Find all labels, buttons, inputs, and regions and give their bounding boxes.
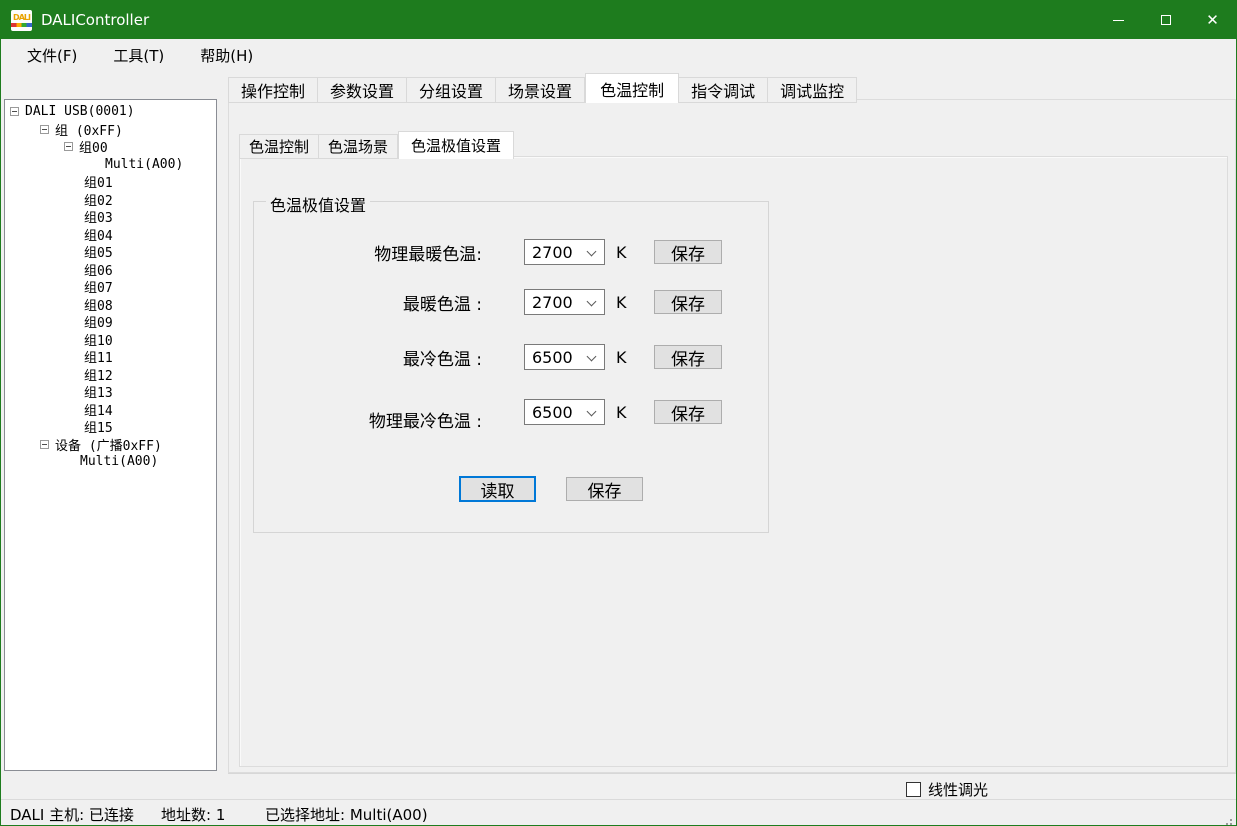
- tab-command-debug[interactable]: 指令调试: [679, 77, 768, 103]
- tree-node-multi-a00[interactable]: Multi(A00): [5, 156, 216, 174]
- subtab-color-temp-extremes[interactable]: 色温极值设置: [398, 131, 514, 159]
- tab-debug-monitor[interactable]: 调试监控: [768, 77, 857, 103]
- chevron-down-icon: [587, 247, 597, 257]
- tree-node-group08[interactable]: 组08: [5, 296, 216, 314]
- tree-node-group01[interactable]: 组01: [5, 173, 216, 191]
- maximize-icon: [1161, 15, 1171, 25]
- subtab-color-temp-scene[interactable]: 色温场景: [319, 134, 398, 159]
- warmest-label: 最暖色温 :: [254, 290, 482, 315]
- status-host-connection: DALI 主机: 已连接: [10, 804, 134, 825]
- physical-coolest-label: 物理最冷色温 :: [254, 407, 482, 432]
- tree-node-group15[interactable]: 组15: [5, 418, 216, 436]
- unit-label: K: [616, 348, 627, 367]
- tree-node-group02[interactable]: 组02: [5, 191, 216, 209]
- tree-node-group14[interactable]: 组14: [5, 401, 216, 419]
- groupbox-title: 色温极值设置: [266, 192, 370, 216]
- tree-node-multi-a00-device[interactable]: Multi(A00): [5, 453, 216, 471]
- row-coolest: 最冷色温 : 6500 K 保存: [254, 344, 768, 370]
- coolest-label: 最冷色温 :: [254, 345, 482, 370]
- tree-node-group07[interactable]: 组07: [5, 278, 216, 296]
- footer-strip: 线性调光: [228, 773, 1236, 801]
- resize-grip-icon[interactable]: [1230, 819, 1232, 821]
- save-all-button[interactable]: 保存: [566, 477, 643, 501]
- save-physical-coolest-button[interactable]: 保存: [654, 400, 722, 424]
- maximize-button[interactable]: [1142, 1, 1189, 39]
- app-window: DALI DALIController ✕ 文件(F) 工具(T) 帮助(H) …: [0, 0, 1237, 826]
- linear-dimming-checkbox[interactable]: [906, 782, 921, 797]
- unit-label: K: [616, 293, 627, 312]
- menu-help[interactable]: 帮助(H): [189, 40, 264, 71]
- close-icon: ✕: [1206, 13, 1219, 28]
- close-button[interactable]: ✕: [1189, 1, 1236, 39]
- menu-bar: 文件(F) 工具(T) 帮助(H): [2, 39, 1235, 72]
- linear-dimming-option[interactable]: 线性调光: [906, 779, 988, 800]
- window-title: DALIController: [41, 11, 149, 29]
- tab-operation-control[interactable]: 操作控制: [228, 77, 318, 103]
- tree-node-group04[interactable]: 组04: [5, 226, 216, 244]
- status-bar: DALI 主机: 已连接 地址数: 1 已选择地址: Multi(A00): [1, 799, 1236, 825]
- tree-node-group11[interactable]: 组11: [5, 348, 216, 366]
- app-icon: DALI: [11, 10, 32, 31]
- status-address-count: 地址数: 1: [161, 804, 225, 825]
- read-button[interactable]: 读取: [459, 476, 536, 502]
- status-selected-address: 已选择地址: Multi(A00): [265, 804, 428, 825]
- tree-node-group-all[interactable]: 组 (0xFF): [5, 121, 216, 139]
- collapse-icon[interactable]: [40, 125, 49, 134]
- save-coolest-button[interactable]: 保存: [654, 345, 722, 369]
- linear-dimming-label: 线性调光: [928, 779, 988, 800]
- color-temp-control-page: 色温控制 色温场景 色温极值设置 色温极值设置 物理最暖色温: 2700 K 保…: [228, 99, 1236, 773]
- minimize-icon: [1113, 20, 1124, 21]
- tree-node-group05[interactable]: 组05: [5, 243, 216, 261]
- main-tab-strip: 操作控制 参数设置 分组设置 场景设置 色温控制 指令调试 调试监控: [228, 73, 857, 103]
- minimize-button[interactable]: [1095, 1, 1142, 39]
- row-physical-warmest: 物理最暖色温: 2700 K 保存: [254, 239, 768, 265]
- tree-node-group10[interactable]: 组10: [5, 331, 216, 349]
- device-tree: DALI USB(0001) 组 (0xFF) 组00 Multi(A00) 组…: [4, 99, 217, 771]
- tree-node-group00[interactable]: 组00: [5, 138, 216, 156]
- tree-node-group13[interactable]: 组13: [5, 383, 216, 401]
- unit-label: K: [616, 403, 627, 422]
- tree-node-group06[interactable]: 组06: [5, 261, 216, 279]
- subtab-color-temp-control[interactable]: 色温控制: [239, 134, 319, 159]
- physical-warmest-label: 物理最暖色温:: [254, 240, 482, 265]
- tree-node-device-broadcast[interactable]: 设备 (广播0xFF): [5, 436, 216, 454]
- unit-label: K: [616, 243, 627, 262]
- sub-tab-strip: 色温控制 色温场景 色温极值设置: [239, 131, 514, 159]
- chevron-down-icon: [587, 352, 597, 362]
- save-physical-warmest-button[interactable]: 保存: [654, 240, 722, 264]
- row-warmest: 最暖色温 : 2700 K 保存: [254, 289, 768, 315]
- row-physical-coolest: 物理最冷色温 : 6500 K 保存: [254, 399, 768, 425]
- collapse-icon[interactable]: [40, 440, 49, 449]
- save-warmest-button[interactable]: 保存: [654, 290, 722, 314]
- tab-grouping-settings[interactable]: 分组设置: [407, 77, 496, 103]
- color-temp-extremes-groupbox: 色温极值设置 物理最暖色温: 2700 K 保存 最暖色温 : 2700: [253, 201, 769, 533]
- tab-parameter-settings[interactable]: 参数设置: [318, 77, 407, 103]
- collapse-icon[interactable]: [10, 107, 19, 116]
- tab-color-temp-control[interactable]: 色温控制: [585, 73, 679, 103]
- tree-node-group09[interactable]: 组09: [5, 313, 216, 331]
- title-bar: DALI DALIController ✕: [1, 1, 1236, 39]
- tree-node-group03[interactable]: 组03: [5, 208, 216, 226]
- chevron-down-icon: [587, 407, 597, 417]
- tree-node-group12[interactable]: 组12: [5, 366, 216, 384]
- tree-node-root[interactable]: DALI USB(0001): [5, 103, 216, 121]
- warmest-combobox[interactable]: 2700: [524, 289, 605, 315]
- menu-tools[interactable]: 工具(T): [102, 40, 175, 71]
- color-temp-extremes-page: 色温极值设置 物理最暖色温: 2700 K 保存 最暖色温 : 2700: [239, 156, 1228, 767]
- collapse-icon[interactable]: [64, 142, 73, 151]
- menu-file[interactable]: 文件(F): [16, 40, 88, 71]
- physical-warmest-combobox[interactable]: 2700: [524, 239, 605, 265]
- coolest-combobox[interactable]: 6500: [524, 344, 605, 370]
- physical-coolest-combobox[interactable]: 6500: [524, 399, 605, 425]
- chevron-down-icon: [587, 297, 597, 307]
- tab-scene-settings[interactable]: 场景设置: [496, 77, 585, 103]
